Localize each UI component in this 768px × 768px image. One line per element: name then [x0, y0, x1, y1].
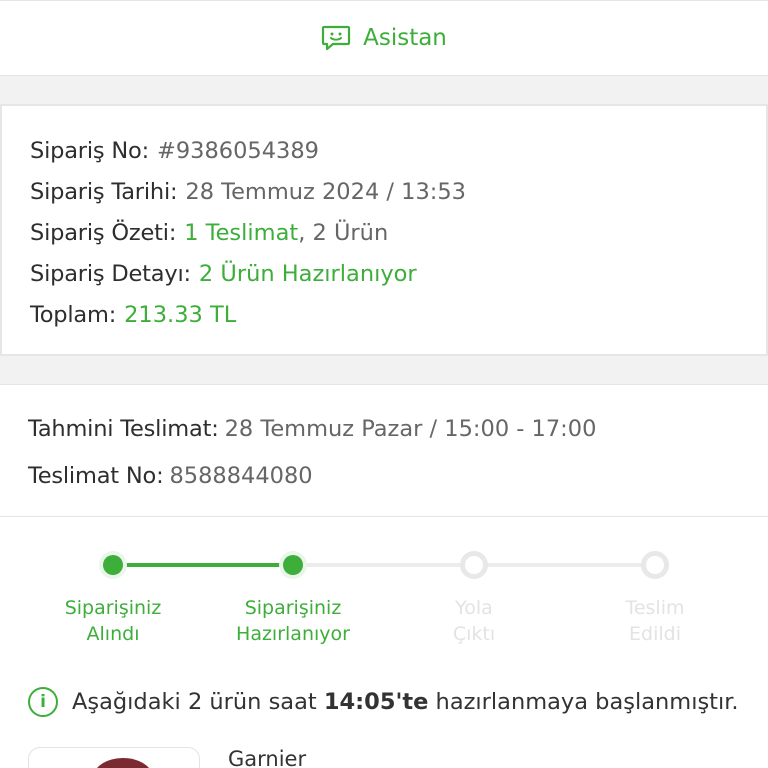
- product-name[interactable]: Garnier: [228, 747, 306, 768]
- product-image: [93, 758, 153, 768]
- step-label-preparing: Siparişiniz Hazırlanıyor: [208, 595, 378, 647]
- product-thumbnail[interactable]: [28, 747, 200, 768]
- order-detail-label: Sipariş Detayı:: [30, 261, 191, 287]
- assistant-button[interactable]: Asistan: [0, 0, 768, 76]
- tracker-line-1: [113, 563, 293, 567]
- step-label-line1: Siparişiniz: [244, 597, 342, 619]
- info-icon: i: [28, 687, 58, 717]
- chat-bubble-icon: [322, 25, 351, 51]
- order-detail-row: Sipariş Detayı: 2 Ürün Hazırlanıyor: [30, 259, 766, 300]
- estimated-delivery-label: Tahmini Teslimat:: [28, 416, 219, 442]
- step-label-received: Siparişiniz Alındı: [28, 595, 198, 647]
- info-text-prefix: Aşağıdaki 2 ürün saat: [72, 689, 324, 715]
- product-count: 2 Ürün: [305, 220, 389, 246]
- tracker-line-2: [293, 563, 474, 567]
- order-total-row: Toplam: 213.33 TL: [30, 300, 766, 341]
- step-label-line1: Siparişiniz: [64, 597, 162, 619]
- step-node-received: [99, 551, 127, 579]
- order-status-tracker: Siparişiniz Alındı Siparişiniz Hazırlanı…: [0, 545, 768, 645]
- tracker-line-3: [474, 563, 655, 567]
- step-label-delivered: Teslim Edildi: [570, 595, 740, 647]
- order-date-row: Sipariş Tarihi: 28 Temmuz 2024 / 13:53: [30, 177, 766, 218]
- order-summary-label: Sipariş Özeti:: [30, 220, 177, 246]
- order-no-row: Sipariş No: #9386054389: [30, 136, 766, 177]
- step-label-line2: Alındı: [86, 623, 140, 645]
- order-summary-row: Sipariş Özeti: 1 Teslimat, 2 Ürün: [30, 218, 766, 259]
- delivery-count-link[interactable]: 1 Teslimat: [184, 220, 298, 246]
- order-total-value: 213.33 TL: [124, 302, 237, 328]
- step-node-preparing: [279, 551, 307, 579]
- step-label-line2: Edildi: [629, 623, 681, 645]
- step-label-line2: Hazırlanıyor: [236, 623, 350, 645]
- estimated-delivery-value: 28 Temmuz Pazar / 15:00 - 17:00: [224, 416, 597, 442]
- delivery-card: Tahmini Teslimat: 28 Temmuz Pazar / 15:00…: [0, 384, 768, 768]
- info-time: 14:05'te: [323, 689, 429, 715]
- step-label-line1: Teslim: [625, 597, 685, 619]
- divider: [0, 516, 768, 517]
- order-no-value: #9386054389: [156, 138, 319, 164]
- delivery-no-label: Teslimat No:: [28, 463, 164, 489]
- estimated-delivery-row: Tahmini Teslimat: 28 Temmuz Pazar / 15:00…: [28, 416, 596, 442]
- delivery-no-value: 8588844080: [169, 463, 313, 489]
- step-node-on-the-way: [460, 551, 488, 579]
- order-total-label: Toplam:: [30, 302, 117, 328]
- step-node-delivered: [641, 551, 669, 579]
- order-date-label: Sipariş Tarihi:: [30, 179, 178, 205]
- preparation-info: i Aşağıdaki 2 ürün saat 14:05'te hazırla…: [28, 687, 739, 717]
- order-detail-value[interactable]: 2 Ürün Hazırlanıyor: [199, 261, 417, 287]
- delivery-no-row: Teslimat No: 8588844080: [28, 463, 313, 489]
- order-no-label: Sipariş No:: [30, 138, 149, 164]
- assistant-label: Asistan: [363, 25, 447, 51]
- order-date-value: 28 Temmuz 2024 / 13:53: [185, 179, 466, 205]
- order-summary-card: Sipariş No: #9386054389 Sipariş Tarihi: 28…: [0, 104, 768, 356]
- step-label-line1: Yola: [455, 597, 493, 619]
- info-text-suffix: hazırlanmaya başlanmıştır.: [428, 689, 739, 715]
- step-label-line2: Çıktı: [452, 623, 496, 645]
- step-label-on-the-way: Yola Çıktı: [389, 595, 559, 647]
